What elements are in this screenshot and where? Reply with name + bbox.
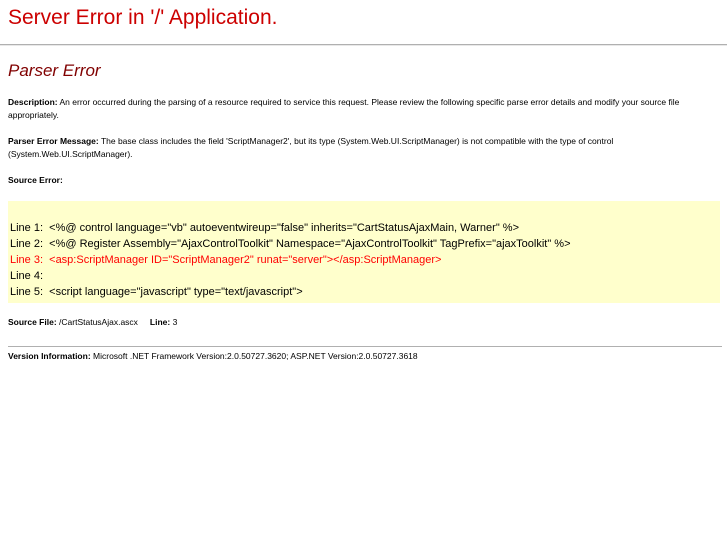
version-block: Version Information: Microsoft .NET Fram… [8, 350, 718, 363]
code-line-2: Line 2: <%@ Register Assembly="AjaxContr… [10, 238, 571, 250]
source-file-value: /CartStatusAjax.ascx [59, 317, 138, 327]
code-line-1: Line 1: <%@ control language="vb" autoev… [10, 222, 519, 234]
title-divider [0, 44, 727, 46]
line-value: 3 [172, 317, 178, 327]
description-block: Description: An error occurred during th… [8, 96, 718, 122]
footer-divider [8, 346, 722, 347]
source-error-block: Source Error: [8, 174, 718, 187]
version-text: Microsoft .NET Framework Version:2.0.507… [93, 351, 418, 361]
parser-message-text: The base class includes the field 'Scrip… [8, 136, 614, 159]
error-heading: Parser Error [8, 61, 101, 80]
source-code-box: Line 1: <%@ control language="vb" autoev… [8, 201, 720, 303]
line-label: Line: [149, 317, 171, 327]
description-label: Description: [8, 97, 58, 107]
source-file-label: Source File: [8, 317, 57, 327]
parser-message-label: Parser Error Message: [8, 136, 99, 146]
parser-message-block: Parser Error Message: The base class inc… [8, 135, 718, 161]
code-line-4: Line 4: [10, 270, 47, 282]
source-file-block: Source File: /CartStatusAjax.ascx Line: 3 [8, 316, 718, 329]
code-line-3-error: Line 3: <asp:ScriptManager ID="ScriptMan… [10, 254, 442, 266]
page-title: Server Error in '/' Application. [8, 6, 278, 29]
code-line-5: Line 5: <script language="javascript" ty… [10, 286, 303, 298]
version-label: Version Information: [8, 351, 91, 361]
source-error-label: Source Error: [8, 175, 63, 185]
description-text: An error occurred during the parsing of … [8, 97, 680, 120]
